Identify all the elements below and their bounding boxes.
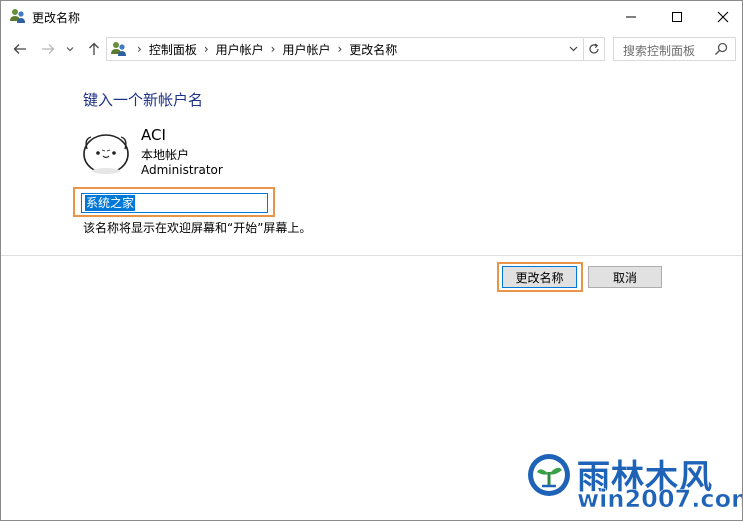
forward-button[interactable]: [38, 38, 58, 60]
close-button[interactable]: [700, 1, 742, 32]
breadcrumb-item-control-panel[interactable]: 控制面板: [149, 41, 197, 58]
account-name: ACI: [141, 126, 166, 144]
recent-locations-button[interactable]: [63, 38, 77, 60]
breadcrumb: › 控制面板 › 用户帐户 › 用户帐户 › 更改名称: [131, 38, 397, 60]
breadcrumb-separator-icon: ›: [203, 42, 209, 56]
breadcrumb-separator-icon: ›: [337, 42, 343, 56]
minimize-icon: [626, 16, 636, 17]
breadcrumb-separator-icon: ›: [270, 42, 276, 56]
arrow-up-icon: [89, 42, 99, 55]
new-account-name-text: 系统之家: [85, 195, 136, 211]
maximize-icon: [672, 11, 682, 22]
new-account-name-field[interactable]: 系统之家: [81, 193, 268, 213]
close-icon: [717, 11, 729, 22]
page-title: 键入一个新帐户名: [83, 91, 204, 109]
change-name-button[interactable]: 更改名称: [502, 266, 577, 288]
refresh-icon: [589, 43, 599, 54]
breadcrumb-separator-icon: ›: [137, 42, 142, 56]
navigation-bar: › 控制面板 › 用户帐户 › 用户帐户 › 更改名称 搜索控制面板: [1, 32, 742, 66]
search-box[interactable]: 搜索控制面板: [613, 37, 736, 61]
account-type: 本地帐户: [141, 148, 190, 162]
arrow-left-icon: [13, 44, 26, 54]
breadcrumb-item-user-accounts[interactable]: 用户帐户: [216, 41, 264, 58]
rename-dialog-window: 更改名称 › 控制面板 › 用户帐户 › 用户帐户 › 更改名称 搜索控制面板 …: [0, 0, 743, 521]
minimize-button[interactable]: [608, 1, 654, 32]
chevron-down-icon: [569, 46, 577, 52]
user-accounts-icon: [111, 42, 126, 56]
breadcrumb-item-user-accounts-sub[interactable]: 用户帐户: [282, 41, 330, 58]
chevron-down-icon: [66, 47, 74, 52]
name-hint-text: 该名称将显示在欢迎屏幕和“开始”屏幕上。: [83, 221, 312, 235]
user-avatar: [83, 134, 129, 174]
breadcrumb-item-change-name[interactable]: 更改名称: [349, 41, 397, 58]
maximize-button[interactable]: [654, 1, 700, 32]
user-accounts-icon: [10, 9, 25, 23]
address-bar[interactable]: › 控制面板 › 用户帐户 › 用户帐户 › 更改名称: [106, 37, 605, 61]
refresh-button[interactable]: [583, 38, 604, 60]
divider: [1, 255, 742, 256]
search-icon: [714, 42, 728, 56]
back-button[interactable]: [10, 38, 30, 60]
watermark-site: win2007.com: [577, 485, 743, 514]
account-role: Administrator: [141, 163, 223, 177]
watermark-logo-icon: [528, 454, 570, 496]
window-title: 更改名称: [32, 11, 81, 25]
up-button[interactable]: [84, 38, 104, 60]
cancel-button[interactable]: 取消: [588, 266, 662, 288]
title-bar: 更改名称: [1, 1, 742, 32]
arrow-right-icon: [42, 44, 55, 54]
address-history-button[interactable]: [562, 38, 583, 60]
search-input[interactable]: 搜索控制面板: [623, 42, 695, 59]
